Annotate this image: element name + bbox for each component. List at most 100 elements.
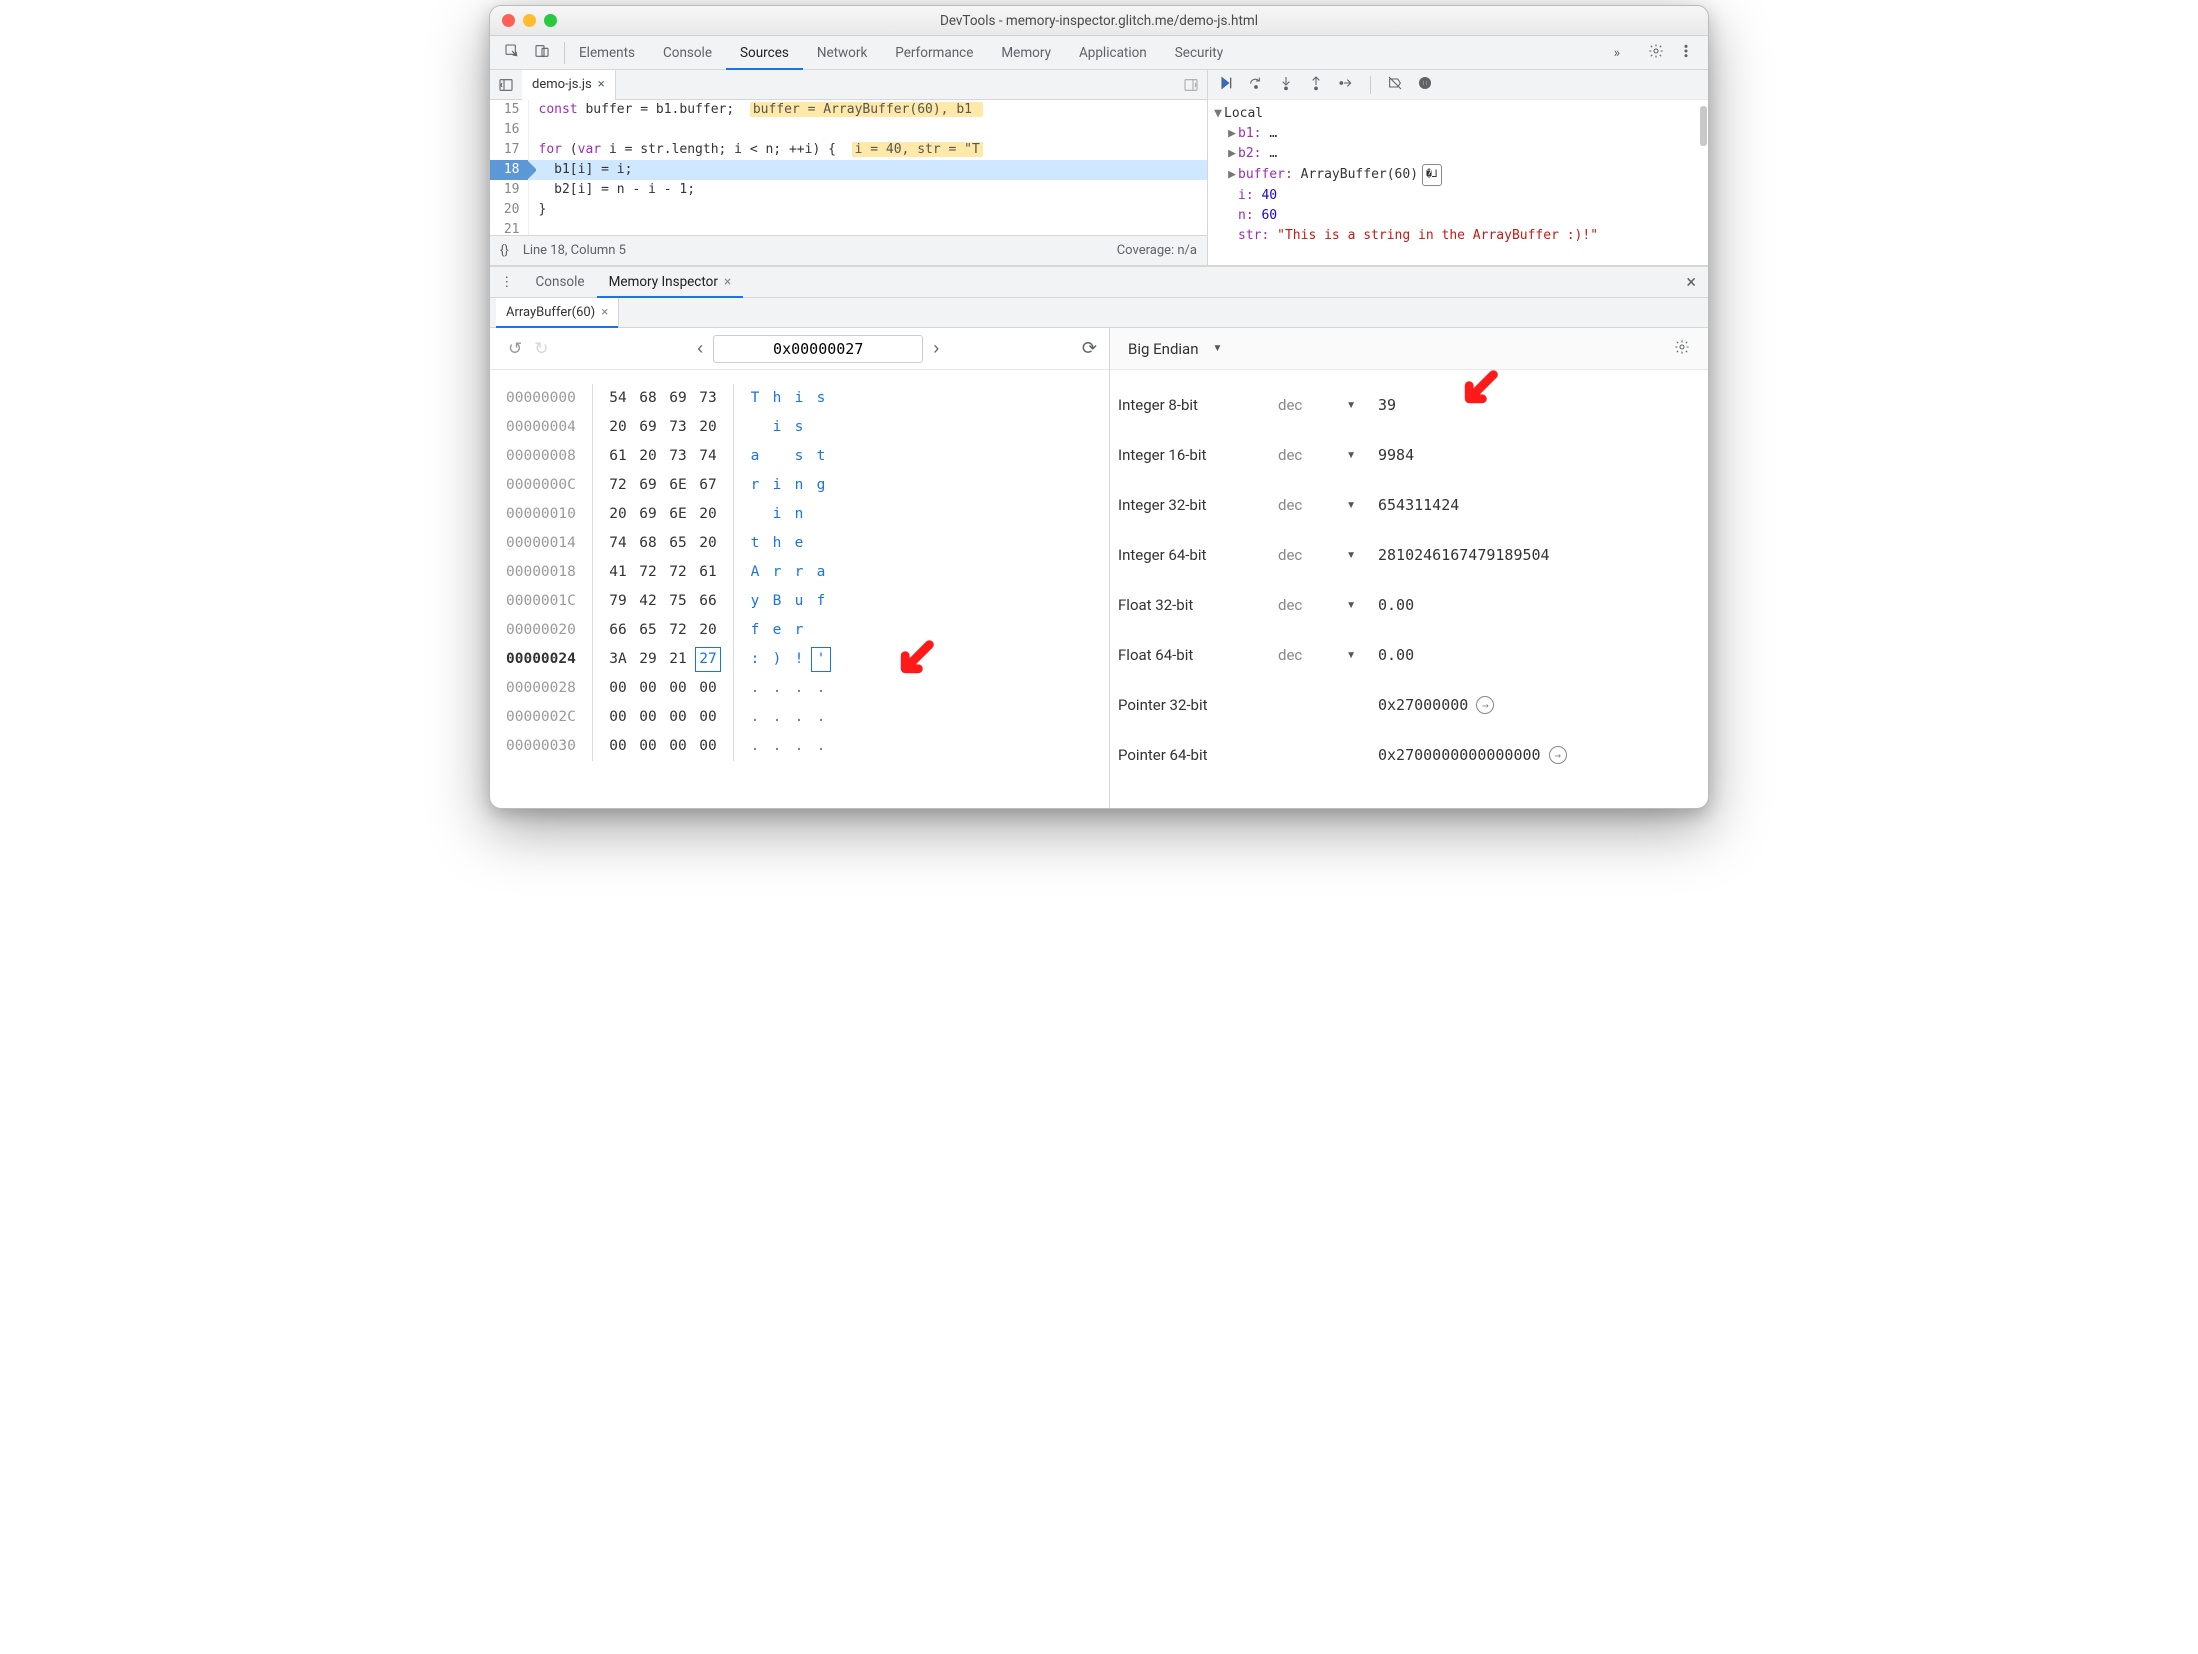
hex-ascii[interactable] [744,413,766,442]
drawer-close-icon[interactable]: × [1674,266,1708,298]
main-tab-application[interactable]: Application [1065,36,1161,70]
hex-ascii[interactable]: a [810,558,832,587]
hex-byte[interactable]: 20 [693,413,723,442]
prev-page-button[interactable]: ‹ [687,338,713,359]
hex-ascii[interactable]: e [788,529,810,558]
hex-ascii[interactable]: a [744,442,766,471]
close-buffer-icon[interactable]: × [601,305,608,320]
hex-ascii[interactable]: : [744,645,766,674]
main-tab-performance[interactable]: Performance [881,36,987,70]
step-out-icon[interactable] [1308,75,1324,95]
hex-byte[interactable]: 00 [663,732,693,761]
hex-ascii[interactable]: . [744,732,766,761]
main-tabs-overflow[interactable]: » [1600,36,1634,70]
hex-byte[interactable]: 69 [633,413,663,442]
hex-byte[interactable]: 6E [663,471,693,500]
hex-ascii[interactable] [766,442,788,471]
hex-byte[interactable]: 72 [633,558,663,587]
vertical-scrollbar[interactable] [1700,106,1707,146]
hex-byte[interactable]: 3A [603,645,633,674]
settings-icon[interactable] [1674,339,1690,359]
hex-byte[interactable]: 00 [603,732,633,761]
hex-byte[interactable]: 41 [603,558,633,587]
hex-ascii[interactable]: . [744,703,766,732]
hex-ascii[interactable]: n [788,471,810,500]
hex-byte[interactable]: 72 [603,471,633,500]
hex-byte[interactable]: 61 [603,442,633,471]
hex-byte[interactable]: 67 [693,471,723,500]
hex-ascii[interactable]: r [788,558,810,587]
kebab-menu-icon[interactable] [1678,43,1694,63]
hex-byte[interactable]: 66 [603,616,633,645]
hex-byte[interactable]: 20 [603,413,633,442]
hex-byte[interactable]: 20 [693,500,723,529]
hex-ascii[interactable]: n [788,500,810,529]
hex-ascii[interactable]: h [766,529,788,558]
hex-ascii[interactable]: r [788,616,810,645]
scope-tree[interactable]: ▼Local ▶b1: … ▶b2: … ▶buffer: ArrayBuffe… [1208,100,1708,250]
main-tab-console[interactable]: Console [649,36,726,70]
step-over-icon[interactable] [1248,75,1264,95]
main-tab-network[interactable]: Network [803,36,881,70]
file-tab-demo-js[interactable]: demo-js.js × [522,70,616,100]
hex-ascii[interactable]: r [766,558,788,587]
hex-ascii[interactable]: . [744,674,766,703]
jump-to-address-icon[interactable]: → [1549,746,1567,764]
hex-byte[interactable]: 00 [663,674,693,703]
format-select[interactable]: dec▼ [1278,646,1378,664]
close-window-button[interactable] [502,14,515,27]
main-tab-memory[interactable]: Memory [987,36,1065,70]
minimize-window-button[interactable] [523,14,536,27]
hex-byte[interactable]: 65 [633,616,663,645]
hex-ascii[interactable]: . [766,674,788,703]
navigator-toggle-icon[interactable] [490,77,522,93]
hex-byte[interactable]: 73 [693,384,723,413]
device-toggle-icon[interactable] [534,43,550,63]
hex-ascii[interactable]: . [766,703,788,732]
hex-ascii[interactable]: . [788,674,810,703]
snippets-run-icon[interactable] [1175,77,1207,93]
hex-byte[interactable]: 74 [693,442,723,471]
hex-ascii[interactable]: ) [766,645,788,674]
hex-byte[interactable]: 65 [663,529,693,558]
hex-byte[interactable]: 00 [663,703,693,732]
step-icon[interactable] [1338,75,1354,95]
hex-ascii[interactable]: f [810,587,832,616]
hex-ascii[interactable]: . [766,732,788,761]
hex-byte[interactable]: 20 [633,442,663,471]
drawer-menu-icon[interactable]: ⋮ [490,266,524,298]
close-file-icon[interactable]: × [598,77,605,92]
hex-byte[interactable]: 74 [603,529,633,558]
hex-byte[interactable]: 69 [663,384,693,413]
hex-ascii[interactable]: . [810,732,832,761]
hex-ascii[interactable]: i [788,384,810,413]
hex-byte[interactable]: 72 [663,616,693,645]
hex-byte[interactable]: 20 [603,500,633,529]
format-select[interactable]: dec▼ [1278,596,1378,614]
hex-ascii[interactable]: . [810,674,832,703]
tab-console[interactable]: Console [524,266,597,298]
format-select[interactable]: dec▼ [1278,446,1378,464]
hex-ascii[interactable]: t [810,442,832,471]
hex-grid[interactable]: 0000000054686973This0000000420697320 is … [490,370,1109,791]
code-editor[interactable]: 15 const buffer = b1.buffer; buffer = Ar… [490,100,1207,235]
hex-byte[interactable]: 20 [693,616,723,645]
memory-buffer-tab[interactable]: ArrayBuffer(60) × [496,298,619,328]
tab-memory-inspector[interactable]: Memory Inspector × [597,266,744,298]
hex-byte[interactable]: 29 [633,645,663,674]
format-braces-icon[interactable]: {} [500,243,509,258]
maximize-window-button[interactable] [544,14,557,27]
hex-ascii[interactable] [810,500,832,529]
hex-ascii[interactable]: e [766,616,788,645]
hex-ascii[interactable]: i [766,500,788,529]
hex-ascii[interactable]: ! [788,645,810,674]
hex-ascii[interactable]: s [810,384,832,413]
hex-ascii[interactable]: T [744,384,766,413]
hex-byte[interactable]: 00 [633,674,663,703]
hex-byte[interactable]: 20 [693,529,723,558]
hex-ascii[interactable]: i [766,471,788,500]
deactivate-breakpoints-icon[interactable] [1387,75,1403,95]
hex-ascii[interactable]: . [810,703,832,732]
address-input[interactable] [713,335,923,363]
redo-icon[interactable]: ↻ [528,339,554,359]
